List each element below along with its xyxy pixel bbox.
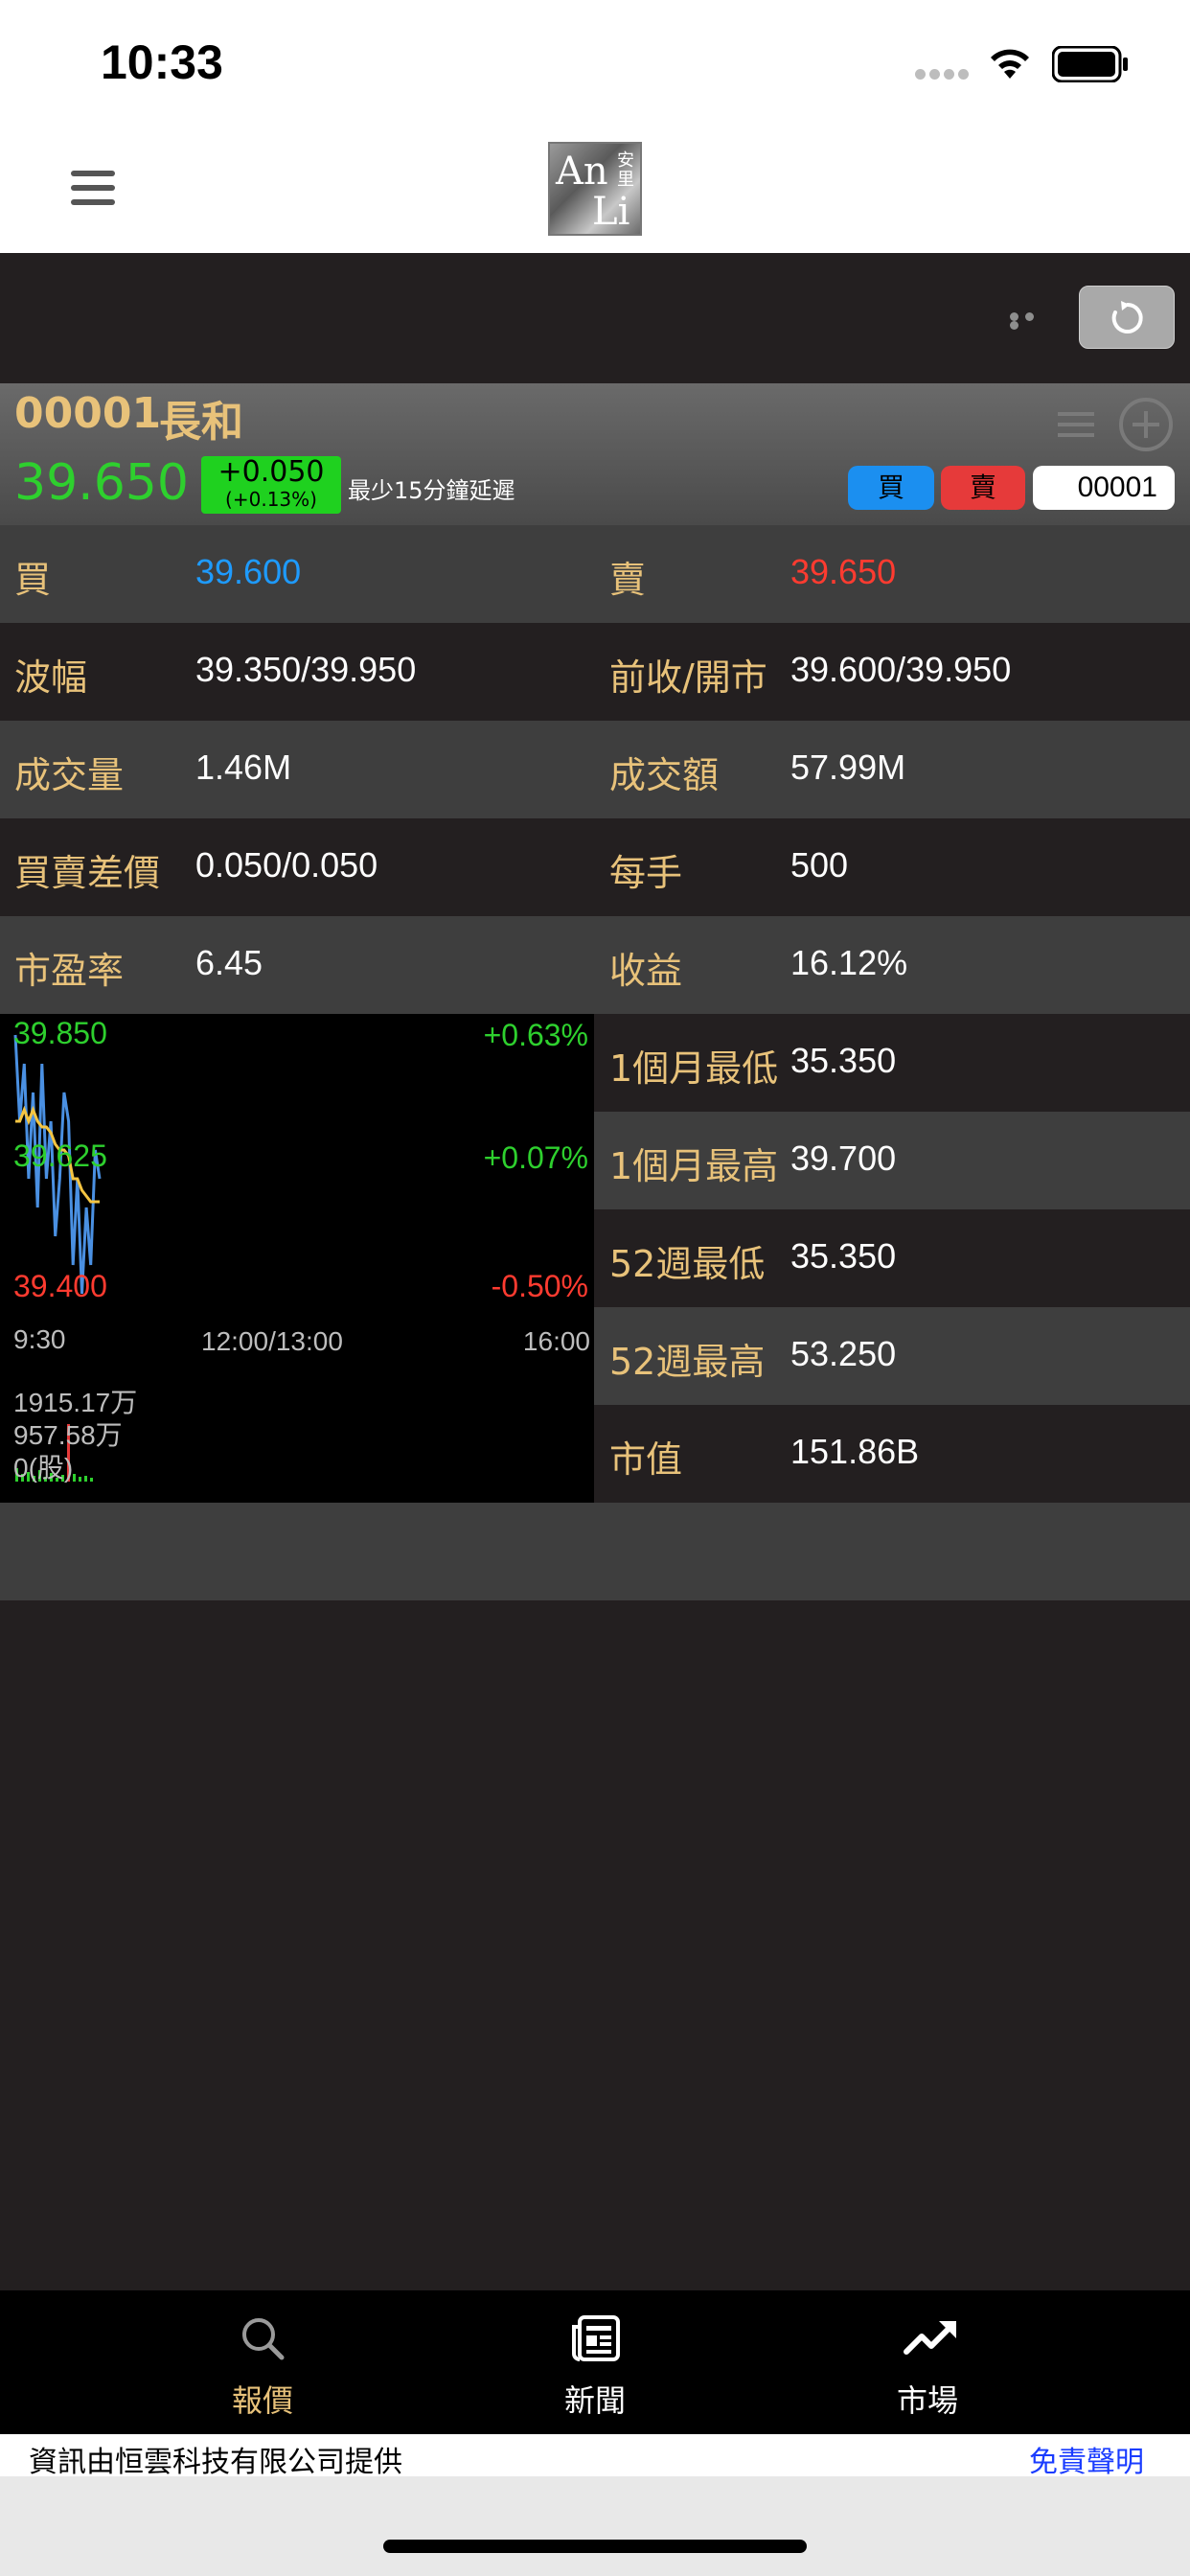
stat-row: 1個月最高 39.700 — [594, 1112, 1190, 1209]
y-axis-pct-label: -0.50% — [491, 1269, 588, 1303]
logo-text: 安里 — [617, 150, 634, 190]
tab-label: 市場 — [896, 2382, 958, 2419]
tab-quote[interactable]: 報價 — [167, 2290, 358, 2434]
stat-label: 1個月最低 — [609, 1047, 779, 1090]
add-icon[interactable] — [1119, 398, 1173, 451]
status-bar: 10:33 — [0, 0, 1190, 125]
battery-icon — [1052, 46, 1128, 82]
trend-icon — [904, 2321, 956, 2355]
home-indicator-area — [0, 2476, 1190, 2576]
stock-code-input[interactable] — [1033, 466, 1175, 510]
wifi-icon — [991, 49, 1029, 79]
refresh-icon — [1111, 301, 1143, 334]
quote-label: 成交量 — [14, 754, 125, 796]
tab-label: 報價 — [231, 2382, 293, 2419]
volume-bar — [73, 1474, 76, 1482]
stock-header: 00001 長和 39.650 +0.050 (+0.13%) 最少15分鐘延遲… — [0, 383, 1190, 525]
quote-label: 賣 — [609, 559, 647, 601]
volume-bar — [90, 1478, 93, 1482]
sell-button[interactable]: 賣 — [941, 466, 1025, 510]
price-change-pct: (+0.13%) — [225, 488, 317, 511]
quote-value: 500 — [790, 845, 849, 885]
quote-label: 收益 — [609, 950, 683, 992]
quote-value: 0.050/0.050 — [195, 845, 378, 885]
volume-bar — [84, 1476, 87, 1482]
search-icon — [242, 2318, 285, 2360]
volume-bar — [79, 1477, 81, 1482]
quote-label: 前收/開市 — [609, 656, 767, 699]
logo-text: An — [556, 150, 608, 194]
y-axis-label: 39.850 — [13, 1016, 107, 1050]
stock-price: 39.650 — [14, 454, 189, 512]
app-header: An Li 安里 — [0, 125, 1190, 253]
quote-label: 買賣差價 — [14, 852, 161, 894]
app-logo: An Li 安里 — [548, 142, 642, 236]
quote-label: 成交額 — [609, 754, 720, 796]
x-axis-label: 9:30 — [13, 1324, 66, 1354]
more-options-icon[interactable] — [1010, 312, 1054, 330]
refresh-button[interactable] — [1079, 286, 1175, 349]
quote-label: 買 — [14, 559, 52, 601]
list-icon[interactable] — [1058, 412, 1094, 441]
logo-text: Li — [592, 190, 630, 234]
stat-value: 39.700 — [790, 1138, 897, 1178]
stat-label: 52週最高 — [609, 1341, 766, 1383]
quote-label: 市盈率 — [14, 950, 125, 992]
quote-row: 買 39.600 賣 39.650 — [0, 525, 1190, 623]
bid-value: 39.600 — [195, 552, 302, 591]
intraday-chart[interactable]: 39.850 39.625 39.400 +0.63% +0.07% -0.50… — [0, 1014, 594, 1503]
change-badge: +0.050 (+0.13%) — [201, 456, 341, 514]
tab-market[interactable]: 市場 — [832, 2290, 1023, 2434]
tab-news[interactable]: 新聞 — [499, 2290, 691, 2434]
quote-value: 16.12% — [790, 943, 908, 982]
stock-code: 00001 — [14, 389, 162, 438]
stat-label: 市值 — [609, 1438, 683, 1481]
stat-row: 52週最高 53.250 — [594, 1307, 1190, 1405]
footer: 資訊由恒雲科技有限公司提供 免責聲明 — [0, 2434, 1190, 2479]
news-icon — [572, 2315, 620, 2361]
delay-note: 最少15分鐘延遲 — [348, 477, 515, 504]
home-indicator[interactable] — [383, 2540, 807, 2553]
status-time: 10:33 — [101, 35, 223, 89]
tab-label: 新聞 — [563, 2382, 626, 2419]
stat-row: 市值 151.86B — [594, 1405, 1190, 1503]
quote-row: 成交量 1.46M 成交額 57.99M — [0, 721, 1190, 818]
price-change: +0.050 — [217, 455, 325, 489]
stat-value: 35.350 — [790, 1236, 897, 1276]
toolbar — [0, 253, 1190, 383]
stat-value: 151.86B — [790, 1432, 920, 1471]
cellular-signal-icon — [915, 69, 973, 82]
stat-row: 52週最低 35.350 — [594, 1209, 1190, 1307]
menu-icon[interactable] — [71, 171, 115, 205]
stat-label: 1個月最高 — [609, 1145, 779, 1187]
stock-name: 長和 — [159, 398, 243, 447]
stat-row: 1個月最低 35.350 — [594, 1014, 1190, 1112]
ask-value: 39.650 — [790, 552, 897, 591]
x-axis-label: 16:00 — [522, 1326, 590, 1356]
quote-row: 買賣差價 0.050/0.050 每手 500 — [0, 818, 1190, 916]
quote-row: 波幅 39.350/39.950 前收/開市 39.600/39.950 — [0, 623, 1190, 721]
quote-value: 39.600/39.950 — [790, 650, 1012, 689]
quote-value: 39.350/39.950 — [195, 650, 417, 689]
y-axis-pct-label: +0.07% — [483, 1140, 588, 1175]
empty-row — [0, 1503, 1190, 1600]
y-axis-label: 39.400 — [13, 1269, 107, 1303]
disclaimer-link[interactable]: 免責聲明 — [1029, 2438, 1144, 2480]
stat-label: 52週最低 — [609, 1243, 766, 1285]
y-axis-pct-label: +0.63% — [483, 1018, 588, 1052]
tab-bar: 報價 新聞 市場 — [0, 2290, 1190, 2434]
quote-value: 6.45 — [195, 943, 263, 982]
quote-value: 57.99M — [790, 748, 906, 787]
volume-label: 0(股) — [13, 1453, 74, 1483]
data-source-text: 資訊由恒雲科技有限公司提供 — [29, 2446, 402, 2479]
y-axis-label: 39.625 — [13, 1138, 107, 1173]
x-axis-label: 12:00/13:00 — [201, 1326, 343, 1356]
stat-value: 53.250 — [790, 1334, 897, 1373]
stat-value: 35.350 — [790, 1041, 897, 1080]
quote-value: 1.46M — [195, 748, 292, 787]
quote-row: 市盈率 6.45 收益 16.12% — [0, 916, 1190, 1014]
quote-label: 波幅 — [14, 656, 88, 699]
buy-button[interactable]: 買 — [848, 466, 934, 510]
quote-label: 每手 — [609, 852, 683, 894]
